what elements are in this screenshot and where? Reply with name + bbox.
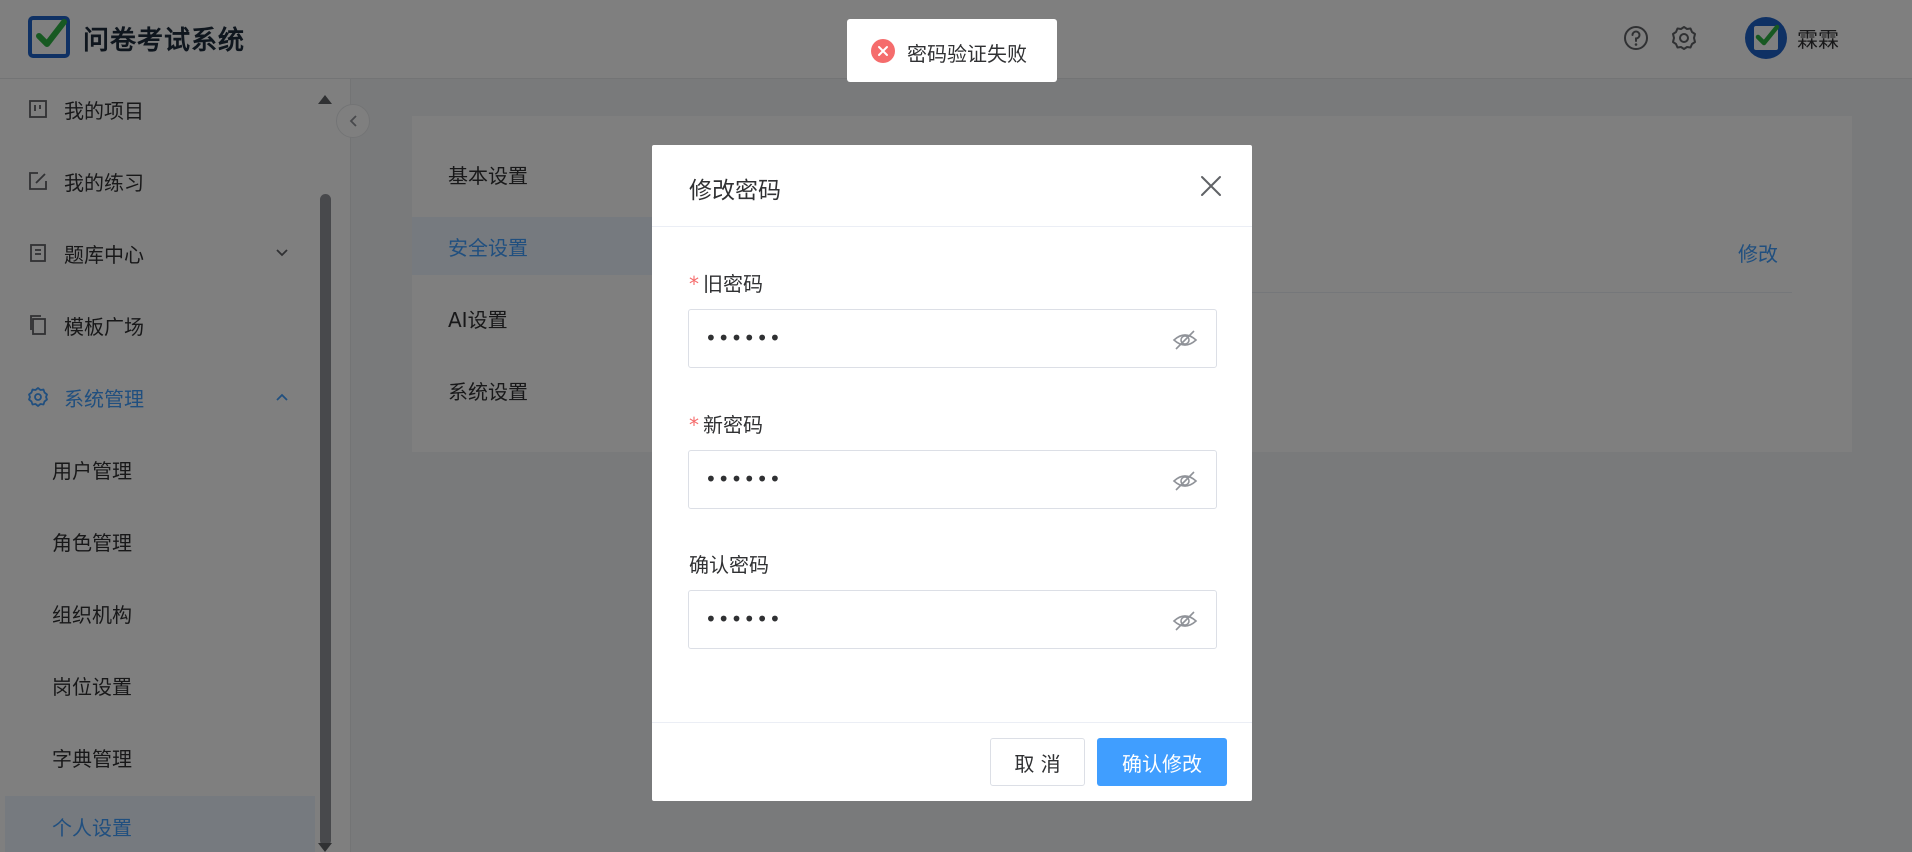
dialog-header-divider xyxy=(652,226,1252,227)
eye-hidden-icon[interactable] xyxy=(1172,608,1198,634)
error-toast: 密码验证失败 xyxy=(847,19,1057,82)
eye-hidden-icon[interactable] xyxy=(1172,327,1198,353)
confirm-password-value: •••••• xyxy=(705,607,782,631)
confirm-password-field[interactable]: •••••• xyxy=(688,590,1217,649)
new-password-field[interactable]: •••••• xyxy=(688,450,1217,509)
eye-hidden-icon[interactable] xyxy=(1172,468,1198,494)
toast-message: 密码验证失败 xyxy=(907,42,1027,66)
required-mark: * xyxy=(689,272,699,296)
dialog-title: 修改密码 xyxy=(689,178,781,204)
old-password-field[interactable]: •••••• xyxy=(688,309,1217,368)
dialog-footer-divider xyxy=(652,722,1252,723)
old-password-label: * 旧密码 xyxy=(689,268,763,297)
error-circle-icon xyxy=(871,39,895,63)
required-mark: * xyxy=(689,413,699,437)
cancel-button[interactable]: 取 消 xyxy=(990,738,1085,786)
new-password-label: * 新密码 xyxy=(689,409,763,438)
field-label-text: 新密码 xyxy=(703,413,763,437)
close-icon[interactable] xyxy=(1198,173,1224,199)
change-password-dialog: 修改密码 * 旧密码 •••••• * 新密码 •••••• 确认密码 ••••••… xyxy=(652,145,1252,801)
old-password-value: •••••• xyxy=(705,326,782,350)
confirm-password-label: 确认密码 xyxy=(689,553,769,577)
new-password-value: •••••• xyxy=(705,467,782,491)
field-label-text: 旧密码 xyxy=(703,272,763,296)
confirm-change-button[interactable]: 确认修改 xyxy=(1097,738,1227,786)
